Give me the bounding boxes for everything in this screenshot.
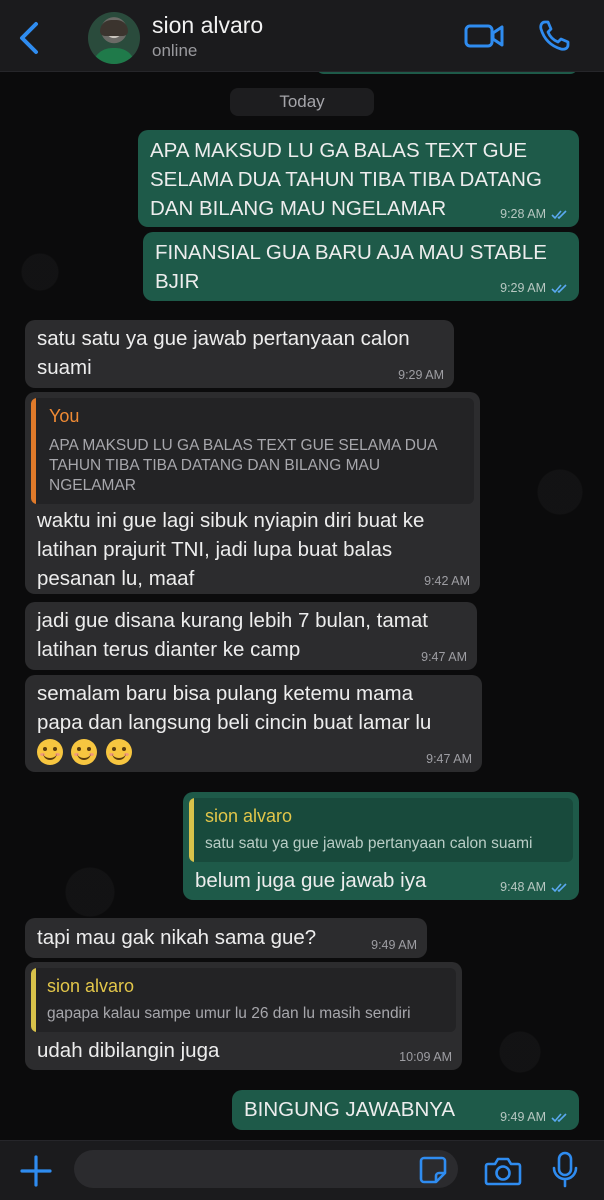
quote-line: gapapa kalau sampe umur lu 26 dan lu mas… (47, 1005, 411, 1022)
message-time: 9:28 AM (500, 207, 546, 221)
back-chevron-icon[interactable] (14, 20, 44, 56)
double-check-icon (551, 882, 567, 892)
message-line: APA MAKSUD LU GA BALAS TEXT GUE (150, 139, 528, 162)
contact-status: online (152, 41, 198, 60)
message-line: FINANSIAL GUA BARU AJA MAU STABLE (155, 241, 547, 264)
sticker-icon[interactable] (418, 1155, 448, 1185)
contact-name[interactable]: sion alvaro (152, 12, 263, 39)
quote-bar (31, 398, 36, 504)
message-line: BJIR (155, 270, 200, 293)
camera-icon[interactable] (484, 1155, 522, 1187)
double-check-icon (551, 1112, 567, 1122)
message-line: satu satu ya gue jawab pertanyaan calon (37, 327, 410, 350)
message-meta: 9:47 AM (421, 650, 467, 664)
message-bubble-outgoing[interactable]: APA MAKSUD LU GA BALAS TEXT GUE SELAMA D… (138, 130, 579, 227)
quoted-reply[interactable]: You APA MAKSUD LU GA BALAS TEXT GUE SELA… (31, 398, 474, 504)
message-time: 9:42 AM (424, 574, 470, 588)
quote-line: TAHUN TIBA TIBA DATANG DAN BILANG MAU (49, 457, 381, 474)
message-line: belum juga gue jawab iya (195, 869, 427, 892)
message-line: waktu ini gue lagi sibuk nyiapin diri bu… (37, 509, 425, 532)
message-time: 9:29 AM (398, 368, 444, 382)
message-time: 9:48 AM (500, 880, 546, 894)
message-line: semalam baru bisa pulang ketemu mama (37, 682, 414, 705)
message-line: udah dibilangin juga (37, 1039, 220, 1062)
message-time: 9:47 AM (426, 752, 472, 766)
message-line: jadi gue disana kurang lebih 7 bulan, ta… (37, 609, 428, 632)
chat-area[interactable]: Today APA MAKSUD LU GA BALAS TEXT GUE SE… (0, 72, 604, 1140)
quote-bar (189, 798, 194, 862)
message-bubble-outgoing[interactable]: sion alvaro satu satu ya gue jawab perta… (183, 792, 579, 900)
message-bubble-incoming[interactable]: semalam baru bisa pulang ketemu mama pap… (25, 675, 482, 772)
message-meta: 9:49 AM (371, 938, 417, 952)
quote-author: sion alvaro (47, 976, 135, 996)
contact-avatar[interactable] (88, 12, 140, 64)
message-line: latihan terus dianter ke camp (37, 638, 301, 661)
message-bubble-outgoing[interactable]: BINGUNG JAWABNYA 9:49 AM (232, 1090, 579, 1130)
quoted-reply[interactable]: sion alvaro gapapa kalau sampe umur lu 2… (31, 968, 456, 1032)
smiling-face-emoji-icon (105, 739, 132, 765)
message-line: SELAMA DUA TAHUN TIBA TIBA DATANG (150, 168, 542, 191)
message-bubble-incoming[interactable]: sion alvaro gapapa kalau sampe umur lu 2… (25, 962, 462, 1070)
quote-author: sion alvaro (205, 806, 293, 826)
message-bubble-outgoing[interactable]: FINANSIAL GUA BARU AJA MAU STABLE BJIR 9… (143, 232, 579, 301)
message-bubble-incoming[interactable]: satu satu ya gue jawab pertanyaan calon … (25, 320, 454, 388)
message-line: papa dan langsung beli cincin buat lamar… (37, 711, 432, 734)
video-call-icon[interactable] (464, 20, 504, 52)
message-meta: 9:48 AM (500, 880, 569, 894)
message-time: 9:49 AM (500, 1110, 546, 1124)
composer-bar (0, 1140, 604, 1200)
message-bubble-incoming[interactable]: jadi gue disana kurang lebih 7 bulan, ta… (25, 602, 477, 670)
smiling-face-emoji-icon (37, 739, 63, 765)
message-line: tapi mau gak nikah sama gue? (37, 926, 317, 949)
message-line: DAN BILANG MAU NGELAMAR (150, 197, 447, 220)
quoted-reply[interactable]: sion alvaro satu satu ya gue jawab perta… (189, 798, 573, 862)
previous-message-edge (316, 72, 578, 74)
message-input[interactable] (74, 1150, 458, 1188)
message-bubble-incoming[interactable]: You APA MAKSUD LU GA BALAS TEXT GUE SELA… (25, 392, 480, 594)
plus-icon[interactable] (18, 1153, 54, 1189)
message-line: pesanan lu, maaf (37, 567, 195, 590)
message-time: 9:49 AM (371, 938, 417, 952)
phone-icon[interactable] (536, 18, 572, 54)
message-bubble-incoming[interactable]: tapi mau gak nikah sama gue? 9:49 AM (25, 918, 427, 958)
message-line: suami (37, 356, 92, 379)
quote-line: APA MAKSUD LU GA BALAS TEXT GUE SELAMA D… (49, 437, 438, 454)
message-time: 9:47 AM (421, 650, 467, 664)
message-line: BINGUNG JAWABNYA (244, 1098, 456, 1121)
message-meta: 9:49 AM (500, 1110, 569, 1124)
double-check-icon (551, 209, 567, 219)
chat-header: sion alvaro online (0, 0, 604, 72)
quote-line: NGELAMAR (49, 477, 136, 494)
message-meta: 9:29 AM (500, 281, 569, 295)
microphone-icon[interactable] (550, 1151, 580, 1189)
quote-bar (31, 968, 36, 1032)
quote-line: satu satu ya gue jawab pertanyaan calon … (205, 835, 533, 852)
date-separator: Today (230, 88, 374, 116)
message-line: latihan prajurit TNI, jadi lupa buat bal… (37, 538, 393, 561)
message-time: 10:09 AM (399, 1050, 452, 1064)
message-meta: 9:29 AM (398, 368, 444, 382)
message-meta: 9:47 AM (426, 752, 472, 766)
message-meta: 9:28 AM (500, 207, 569, 221)
smiling-face-emoji-icon (71, 739, 98, 765)
message-meta: 9:42 AM (424, 574, 470, 588)
message-time: 9:29 AM (500, 281, 546, 295)
quote-author: You (49, 406, 80, 426)
emoji-row (37, 739, 136, 765)
double-check-icon (551, 283, 567, 293)
message-meta: 10:09 AM (399, 1050, 452, 1064)
